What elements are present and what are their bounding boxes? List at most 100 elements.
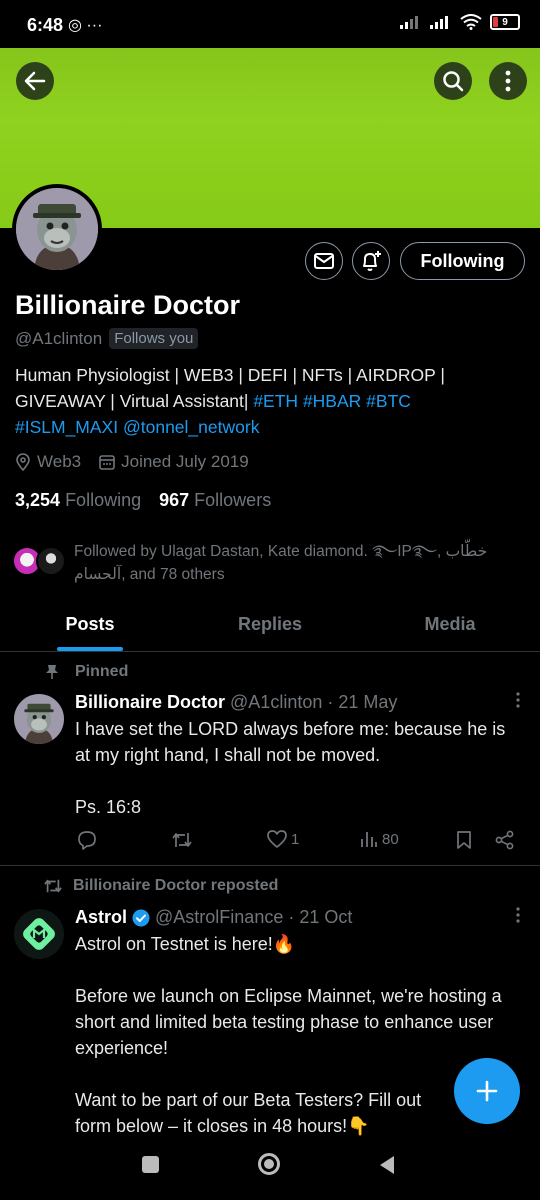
following-button[interactable]: Following bbox=[400, 242, 525, 280]
system-nav-bar bbox=[0, 1140, 540, 1200]
signal-icon bbox=[400, 16, 418, 29]
status-notification-icons: ◎ ··· bbox=[68, 17, 103, 34]
astrol-avatar[interactable] bbox=[14, 909, 64, 959]
tweet-display-name[interactable]: Astrol bbox=[75, 907, 127, 928]
hashtag-hbar[interactable]: #HBAR bbox=[303, 391, 361, 411]
repost-icon bbox=[44, 879, 62, 893]
status-right: 9 bbox=[400, 14, 520, 30]
follower-avatar bbox=[36, 546, 66, 576]
followed-by-avatars bbox=[12, 540, 72, 580]
calendar-icon bbox=[99, 455, 115, 470]
avatar-image bbox=[16, 188, 98, 270]
repost-button[interactable] bbox=[171, 830, 193, 850]
view-count: 80 bbox=[382, 830, 399, 848]
pinned-text: Pinned bbox=[75, 663, 129, 680]
back-nav-icon[interactable] bbox=[378, 1155, 396, 1175]
tweet-header: Billionaire Doctor @A1clinton · 21 May bbox=[75, 692, 397, 713]
tweet-handle[interactable]: @AstrolFinance bbox=[155, 907, 283, 928]
followers-count: 967 bbox=[159, 490, 190, 510]
share-button[interactable] bbox=[495, 830, 515, 850]
wifi-icon bbox=[460, 14, 482, 30]
tweet-avatar[interactable] bbox=[14, 694, 64, 744]
follow-counts: 3,254 Following 967 Followers bbox=[15, 490, 271, 511]
tweet-more-button[interactable] bbox=[516, 692, 520, 713]
tab-replies[interactable]: Replies bbox=[180, 604, 360, 651]
following-label: Following bbox=[65, 490, 142, 510]
like-count: 1 bbox=[291, 830, 300, 848]
like-button[interactable]: 1 bbox=[267, 830, 299, 848]
mention-tonnel-network[interactable]: @tonnel_network bbox=[123, 417, 259, 437]
reply-button[interactable] bbox=[77, 830, 97, 850]
hashtag-eth[interactable]: #ETH bbox=[253, 391, 298, 411]
followed-by-text: Followed by Ulagat Dastan, Kate diamond.… bbox=[74, 543, 488, 583]
astrol-logo-icon bbox=[23, 918, 55, 950]
profile-handle: @A1clinton bbox=[15, 328, 103, 348]
hashtag-btc[interactable]: #BTC bbox=[366, 391, 411, 411]
pinned-label: Pinned bbox=[45, 663, 128, 681]
tweet-text: Astrol on Testnet is here!🔥 Before we la… bbox=[75, 931, 502, 1139]
plus-icon bbox=[476, 1080, 498, 1102]
repost-text[interactable]: Billionaire Doctor reposted bbox=[73, 877, 278, 895]
signal-icon-2 bbox=[430, 16, 448, 29]
profile-name: Billionaire Doctor bbox=[15, 290, 241, 320]
tweet-actions: 1 80 bbox=[75, 828, 525, 854]
tweet-divider bbox=[0, 865, 540, 866]
compose-button[interactable] bbox=[454, 1058, 520, 1124]
message-button[interactable] bbox=[305, 242, 343, 280]
location-icon bbox=[16, 453, 30, 471]
more-options-button[interactable] bbox=[489, 62, 527, 100]
verified-badge-icon bbox=[132, 909, 150, 926]
tab-posts[interactable]: Posts bbox=[0, 604, 180, 651]
bell-plus-icon bbox=[363, 251, 381, 271]
pin-icon bbox=[46, 665, 58, 679]
tweet-text-line: Astrol on Testnet is here!🔥 bbox=[75, 934, 296, 954]
profile-bio: Human Physiologist | WEB3 | DEFI | NFTs … bbox=[15, 362, 515, 440]
profile-meta: Web3 Joined July 2019 bbox=[15, 452, 249, 472]
profile-avatar[interactable] bbox=[12, 184, 102, 274]
tweet-text-line: Before we launch on Eclipse Mainnet, we'… bbox=[75, 986, 502, 1058]
followers-label: Followers bbox=[194, 490, 272, 510]
tweet-text-line: Want to be part of our Beta Testers? Fil… bbox=[75, 1090, 422, 1136]
followed-by[interactable]: Followed by Ulagat Dastan, Kate diamond.… bbox=[12, 540, 512, 586]
views-button[interactable]: 80 bbox=[360, 830, 399, 848]
reply-icon bbox=[78, 831, 96, 850]
search-button[interactable] bbox=[434, 62, 472, 100]
repost-icon bbox=[172, 833, 192, 847]
share-icon bbox=[495, 830, 514, 850]
mail-icon bbox=[314, 253, 334, 269]
bookmark-button[interactable] bbox=[456, 830, 472, 850]
tweet-date: · 21 Oct bbox=[288, 907, 353, 927]
follows-you-badge: Follows you bbox=[109, 328, 199, 349]
tweet-header: Astrol @AstrolFinance · 21 Oct bbox=[75, 907, 352, 928]
bookmark-icon bbox=[457, 831, 471, 849]
tweet-display-name[interactable]: Billionaire Doctor bbox=[75, 692, 225, 713]
home-button[interactable] bbox=[258, 1153, 280, 1175]
tweet-text: I have set the LORD always before me: be… bbox=[75, 716, 525, 820]
more-vertical-icon bbox=[516, 692, 520, 708]
back-button[interactable] bbox=[16, 62, 54, 100]
tweet-handle[interactable]: @A1clinton bbox=[230, 692, 322, 713]
profile-tabs: Posts Replies Media bbox=[0, 604, 540, 652]
battery-level: 9 bbox=[502, 16, 508, 28]
more-vertical-icon bbox=[505, 70, 511, 92]
notifications-button[interactable] bbox=[352, 242, 390, 280]
tweet-more-button[interactable] bbox=[516, 907, 520, 928]
back-arrow-icon bbox=[24, 71, 46, 91]
recents-button[interactable] bbox=[142, 1156, 159, 1173]
following-count-link[interactable]: 3,254 Following bbox=[15, 490, 141, 511]
following-count: 3,254 bbox=[15, 490, 61, 510]
search-icon bbox=[443, 71, 464, 92]
repost-label: Billionaire Doctor reposted bbox=[43, 877, 278, 895]
handle-row: @A1clinton Follows you bbox=[15, 328, 199, 349]
more-vertical-icon bbox=[516, 907, 520, 923]
heart-icon bbox=[267, 830, 287, 848]
profile-location: Web3 bbox=[37, 452, 82, 471]
tab-media[interactable]: Media bbox=[360, 604, 540, 651]
tweet-text-line: Ps. 16:8 bbox=[75, 797, 142, 817]
analytics-icon bbox=[361, 832, 377, 847]
hashtag-islm-maxi[interactable]: #ISLM_MAXI bbox=[15, 417, 118, 437]
followers-count-link[interactable]: 967 Followers bbox=[159, 490, 271, 511]
status-time: 6:48 bbox=[27, 15, 64, 35]
tweet-date: · 21 May bbox=[327, 692, 398, 712]
status-bar: 6:48 ◎ ··· 9 bbox=[0, 0, 540, 48]
